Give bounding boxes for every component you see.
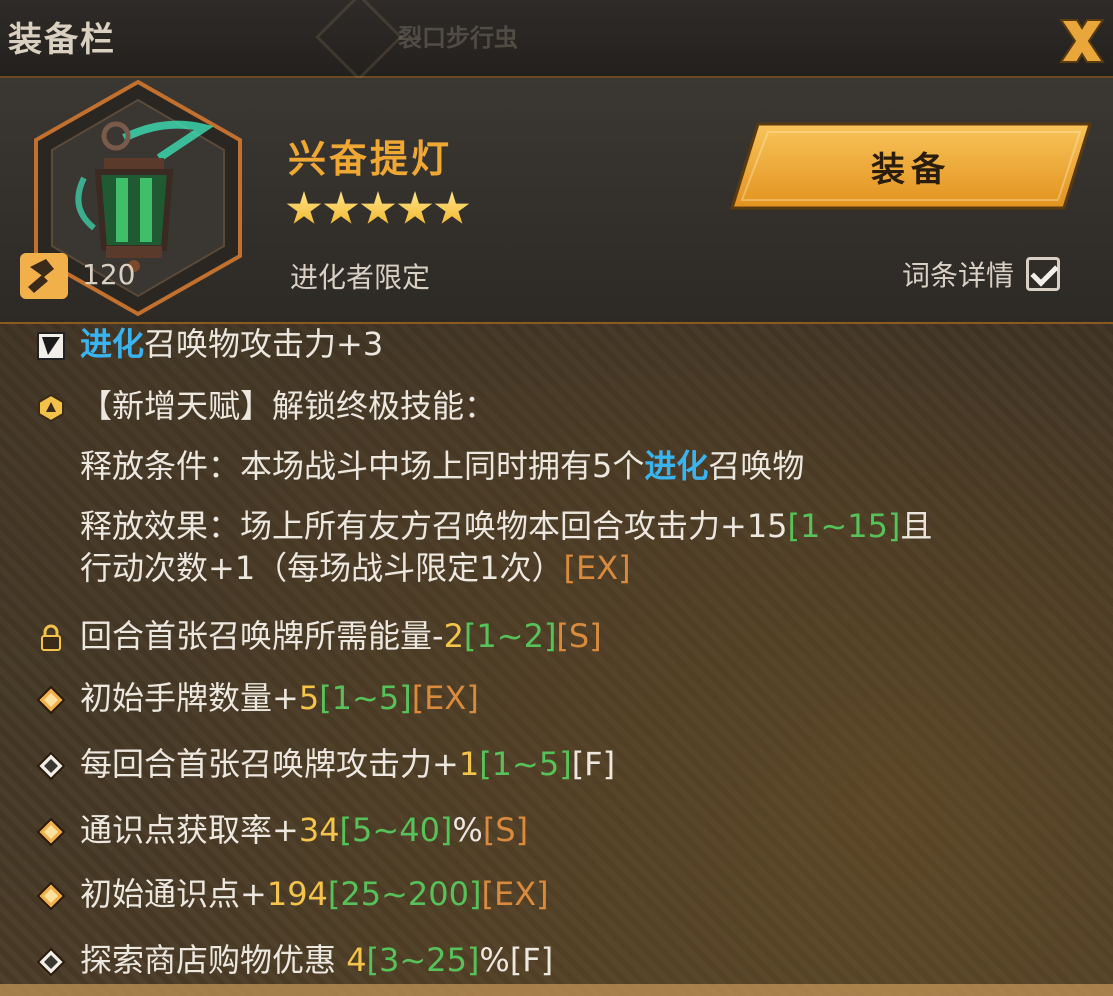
stat-segment: [1~2]	[463, 617, 557, 655]
window-title: 装备栏	[8, 20, 116, 60]
stat-text: 释放效果：场上所有友方召唤物本回合攻击力+15[1~15]且	[80, 506, 932, 546]
stat-text: 探索商店购物优惠 4[3~25]%[F]	[80, 940, 553, 980]
title-bar: 装备栏 裂口步行虫	[0, 0, 1113, 81]
background-badge	[315, 0, 403, 81]
background-label: 裂口步行虫	[398, 24, 518, 52]
bottom-border	[0, 984, 1113, 996]
equip-button-label: 装备	[871, 149, 951, 190]
stat-segment: [1~5]	[479, 745, 572, 783]
stat-text: 初始手牌数量+5[1~5][EX]	[80, 678, 479, 718]
item-level: 120	[82, 258, 136, 291]
diamond-gold-icon	[36, 880, 66, 911]
stat-segment: 行动次数+1（每场战斗限定1次）	[80, 549, 564, 587]
detail-toggle-label: 词条详情	[902, 259, 1015, 292]
stat-segment: 初始手牌数量+	[80, 679, 299, 717]
stat-segment: 进化	[80, 325, 145, 363]
star-icon	[286, 191, 322, 224]
star-rating	[286, 191, 471, 231]
star-icon	[360, 191, 396, 224]
stat-text: 行动次数+1（每场战斗限定1次）[EX]	[80, 548, 631, 588]
stats-list: 进化召唤物攻击力+3 【新增天赋】解锁终极技能： 释放条件：本场战斗中场上同时拥有5…	[0, 322, 1113, 996]
star-icon	[323, 191, 359, 224]
evolve-tag-icon	[36, 330, 65, 360]
stat-segment: 2	[443, 617, 464, 655]
stat-segment: 召唤物	[708, 447, 805, 485]
stat-segment: %[F]	[479, 941, 554, 979]
stat-segment: 34	[298, 811, 340, 849]
diamond-white-icon	[36, 946, 66, 977]
star-icon	[397, 191, 433, 224]
stat-text: 释放条件：本场战斗中场上同时拥有5个进化召唤物	[80, 446, 804, 486]
close-button[interactable]	[1055, 14, 1109, 68]
equip-button[interactable]: 装备	[728, 122, 1094, 210]
stat-text: 初始通识点+194[25~200][EX]	[80, 874, 549, 914]
detail-toggle[interactable]: 词条详情	[902, 254, 1061, 294]
stat-text: 【新增天赋】解锁终极技能：	[80, 386, 496, 426]
item-restriction: 进化者限定	[290, 261, 431, 294]
stat-segment: [EX]	[481, 875, 549, 913]
stat-segment: 初始通识点+	[80, 875, 267, 913]
stat-segment: [1~5]	[319, 679, 412, 717]
stat-segment: 4	[346, 941, 367, 979]
stat-segment: [25~200]	[327, 875, 482, 913]
item-header: 120 兴奋提灯 进化者限定 装备 词条详情	[0, 78, 1113, 324]
stat-text: 回合首张召唤牌所需能量-2[1~2][S]	[80, 616, 602, 656]
talent-hexagon-icon	[36, 392, 64, 423]
stat-segment: 召唤物攻击力+3	[144, 325, 384, 363]
stat-segment: 回合首张召唤牌所需能量-	[80, 617, 444, 655]
stat-segment: [1~15]	[787, 507, 901, 545]
stat-segment: 探索商店购物优惠	[80, 941, 347, 979]
stat-text: 每回合首张召唤牌攻击力+1[1~5][F]	[80, 744, 615, 784]
stat-segment: [EX]	[411, 679, 479, 717]
close-icon	[1059, 19, 1105, 63]
stat-segment: 194	[266, 875, 328, 913]
stat-text: 进化召唤物攻击力+3	[80, 324, 383, 364]
stat-segment: 释放条件：本场战斗中场上同时拥有5个	[80, 447, 645, 485]
stat-segment: 1	[458, 745, 480, 783]
stat-segment: [F]	[571, 745, 616, 783]
stat-segment: 【新增天赋】解锁终极技能：	[80, 387, 497, 425]
item-name: 兴奋提灯	[288, 137, 453, 181]
stat-segment: 释放效果：场上所有友方召唤物本回合攻击力+15	[80, 507, 788, 545]
stat-segment: 5	[298, 679, 320, 717]
diamond-gold-icon	[36, 816, 66, 847]
stat-segment: 每回合首张召唤牌攻击力+	[80, 745, 459, 783]
diamond-gold-icon	[36, 684, 66, 715]
diamond-white-icon	[36, 750, 66, 781]
stat-segment: [S]	[482, 811, 529, 849]
hammer-icon	[20, 253, 68, 299]
stat-segment: %	[452, 811, 483, 849]
stat-segment: [3~25]	[366, 941, 480, 979]
stat-segment: [EX]	[563, 549, 631, 587]
detail-checkbox[interactable]	[1026, 257, 1061, 291]
stat-segment: 进化	[644, 447, 709, 485]
green-lantern-icon	[75, 120, 214, 272]
stat-segment: [5~40]	[339, 811, 453, 849]
stat-segment: [S]	[556, 617, 602, 655]
stat-text: 通识点获取率+34[5~40]%[S]	[80, 810, 528, 850]
star-icon	[434, 191, 470, 224]
stat-segment: 且	[900, 507, 933, 545]
stat-segment: 通识点获取率+	[80, 811, 299, 849]
lock-icon	[36, 622, 64, 651]
